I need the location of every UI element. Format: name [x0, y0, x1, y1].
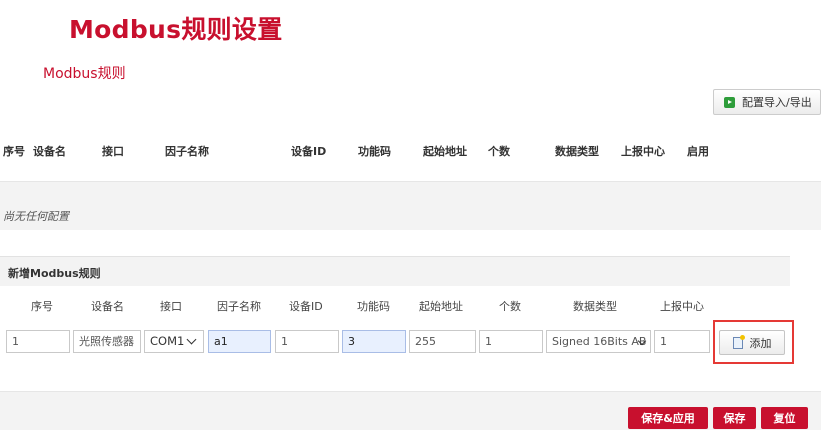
col-data-type: 数据类型: [555, 145, 599, 158]
page-title: Modbus规则设置: [69, 15, 283, 44]
form-labels: 序号 设备名 接口 因子名称 设备ID 功能码 起始地址 个数 数据类型 上报中…: [0, 298, 821, 314]
label-count: 个数: [499, 300, 521, 313]
start-address-input[interactable]: 255: [409, 330, 476, 353]
factor-name-input[interactable]: a1: [208, 330, 271, 353]
label-index: 序号: [31, 300, 53, 313]
interface-value: COM1: [150, 334, 185, 348]
table-header: 序号 设备名 接口 因子名称 设备ID 功能码 起始地址 个数 数据类型 上报中…: [0, 140, 821, 160]
form-header: [0, 257, 790, 286]
document-add-icon: [732, 334, 745, 349]
col-count: 个数: [488, 145, 510, 158]
reset-button[interactable]: 复位: [761, 407, 808, 429]
label-device-name: 设备名: [91, 300, 124, 313]
data-type-value: Signed 16Bits AB: [552, 335, 647, 348]
col-interface: 接口: [102, 145, 124, 158]
add-button[interactable]: 添加: [719, 330, 785, 355]
count-input[interactable]: 1: [479, 330, 543, 353]
empty-table-text: 尚无任何配置: [3, 210, 69, 223]
interface-select[interactable]: COM1: [144, 330, 204, 353]
label-function-code: 功能码: [357, 300, 390, 313]
chevron-down-icon: [186, 334, 197, 345]
col-factor-name: 因子名称: [165, 145, 209, 158]
device-name-input[interactable]: 光照传感器: [73, 330, 141, 353]
import-export-button[interactable]: 配置导入/导出: [713, 89, 821, 115]
save-button[interactable]: 保存: [713, 407, 756, 429]
col-device-name: 设备名: [33, 145, 66, 158]
play-icon: [724, 96, 735, 108]
function-code-input[interactable]: 3: [342, 330, 406, 353]
index-input[interactable]: 1: [6, 330, 70, 353]
col-report-center: 上报中心: [621, 145, 665, 158]
import-export-label: 配置导入/导出: [742, 96, 812, 109]
label-factor-name: 因子名称: [217, 300, 261, 313]
col-enabled: 启用: [687, 145, 709, 158]
label-interface: 接口: [160, 300, 182, 313]
col-function-code: 功能码: [358, 145, 391, 158]
empty-table-row: [0, 181, 821, 230]
data-type-select[interactable]: Signed 16Bits AB: [546, 330, 651, 353]
label-data-type: 数据类型: [573, 300, 617, 313]
col-start-address: 起始地址: [423, 145, 467, 158]
save-apply-button[interactable]: 保存&应用: [628, 407, 708, 429]
device-id-input[interactable]: 1: [275, 330, 339, 353]
col-device-id: 设备ID: [291, 145, 327, 158]
add-button-label: 添加: [749, 336, 772, 350]
label-report-center: 上报中心: [660, 300, 704, 313]
col-index: 序号: [3, 145, 25, 158]
section-title: Modbus规则: [43, 66, 126, 82]
form-title: 新增Modbus规则: [8, 267, 101, 280]
label-device-id: 设备ID: [289, 300, 323, 313]
label-start-address: 起始地址: [419, 300, 463, 313]
report-center-input[interactable]: 1: [654, 330, 710, 353]
